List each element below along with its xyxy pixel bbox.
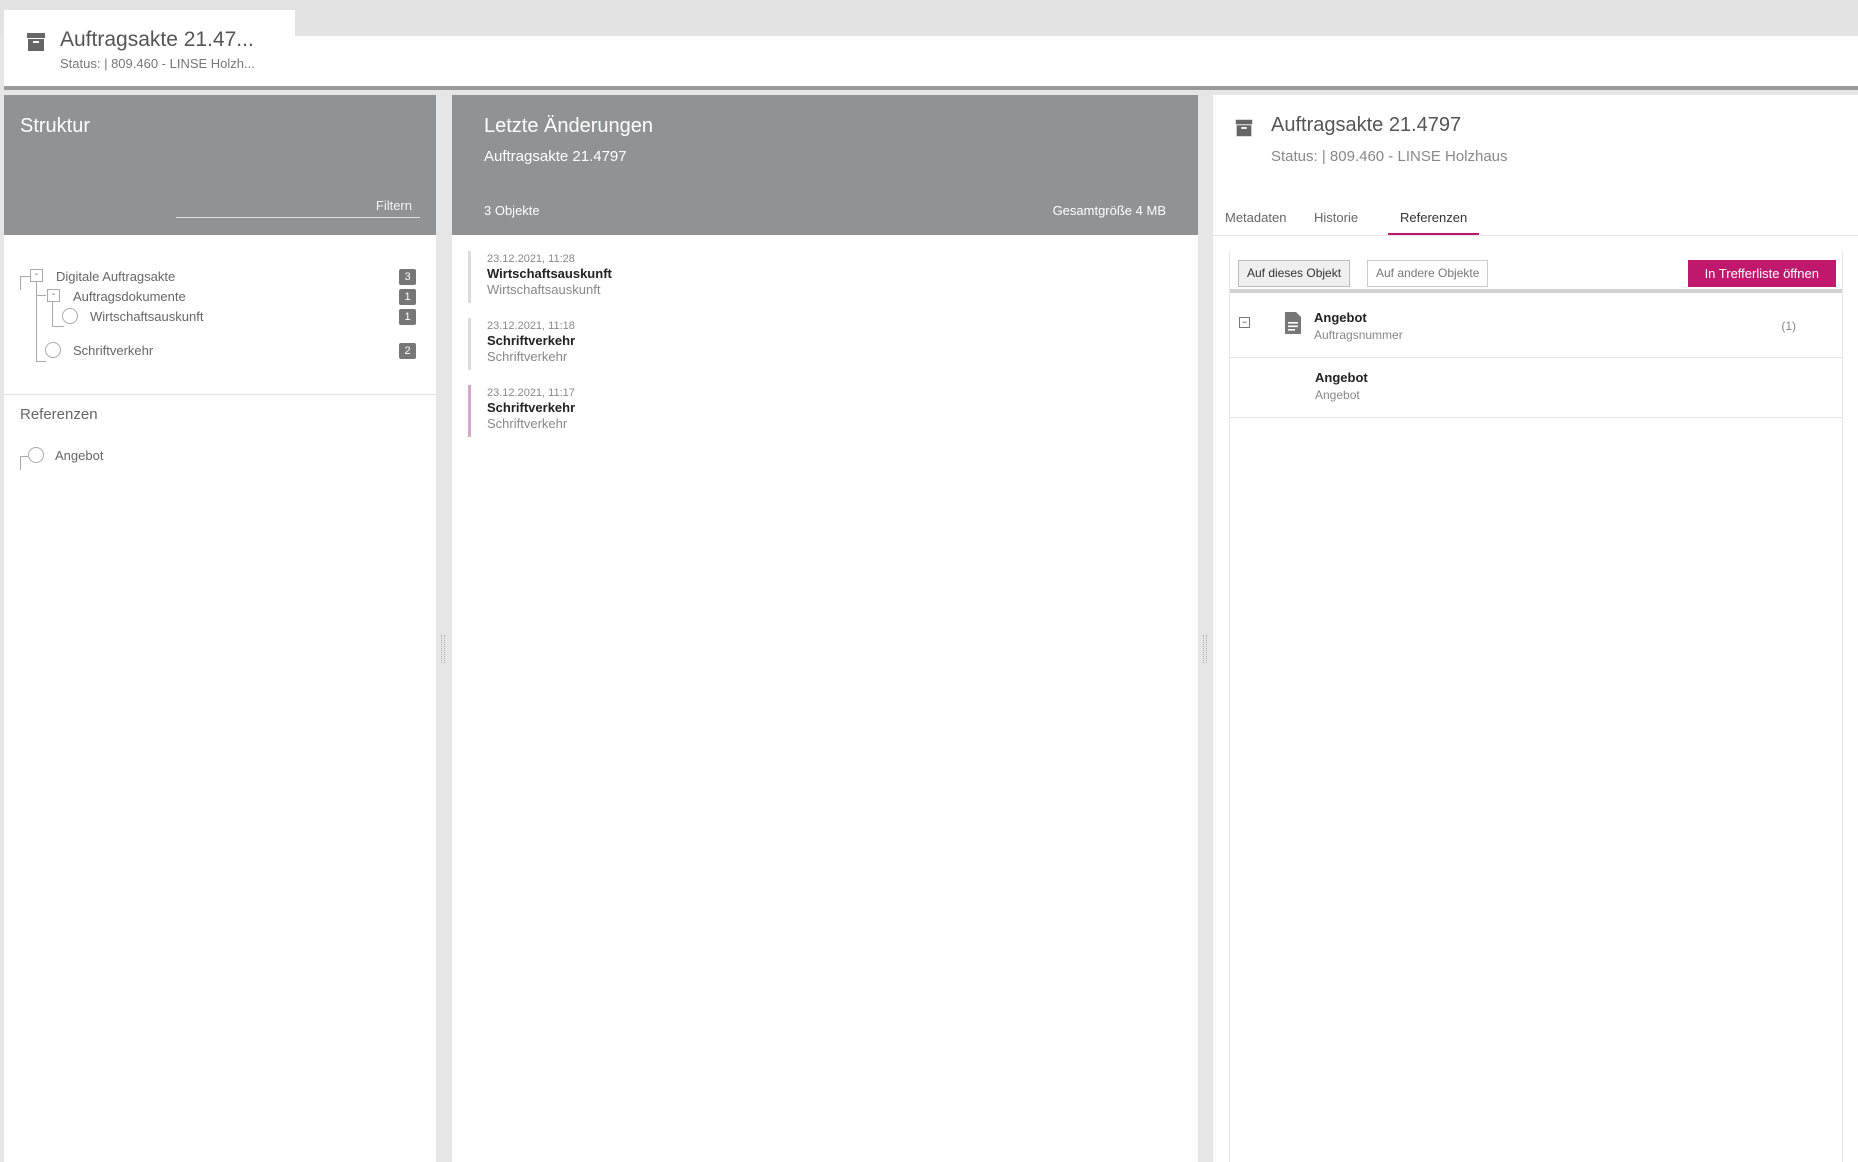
references-area: Auf dieses Objekt Auf andere Objekte In … (1229, 251, 1843, 1162)
tree-leaf-icon (62, 308, 78, 324)
changes-subtitle: Auftragsakte 21.4797 (484, 148, 627, 165)
total-size: Gesamtgröße 4 MB (1052, 203, 1166, 218)
count-badge: 1 (399, 289, 416, 305)
tree-item-digitale-auftragsakte[interactable]: Digitale Auftragsakte (56, 269, 175, 284)
detail-subtitle: Status: | 809.460 - LINSE Holzhaus (1271, 148, 1508, 165)
reference-title: Angebot (1314, 310, 1367, 325)
tree-leaf-icon (45, 342, 61, 358)
change-subtitle: Schriftverkehr (487, 416, 568, 431)
collapse-toggle[interactable]: − (1239, 317, 1250, 328)
detail-panel: Auftragsakte 21.4797 Status: | 809.460 -… (1213, 95, 1858, 1162)
tree-item-auftragsdokumente[interactable]: Auftragsdokumente (73, 289, 186, 304)
this-object-button[interactable]: Auf dieses Objekt (1238, 260, 1351, 287)
tree-connector (52, 326, 64, 327)
change-item[interactable]: 23.12.2021, 11:28 Wirtschaftsauskunft Wi… (468, 251, 1168, 303)
count-badge: 1 (399, 309, 416, 325)
tab-subtitle: Status: | 809.460 - LINSE Holzh... (60, 56, 255, 71)
change-subtitle: Schriftverkehr (487, 349, 568, 364)
structure-tree: - Digitale Auftragsakte 3 - Auftragsdoku… (4, 235, 436, 395)
change-subtitle: Wirtschaftsauskunft (487, 282, 601, 297)
reference-item-angebot[interactable]: Angebot (55, 448, 103, 463)
resize-handle[interactable] (1203, 635, 1207, 663)
changes-panel: Letzte Änderungen Auftragsakte 21.4797 3… (452, 95, 1198, 1162)
reference-subtitle: Auftragsnummer (1314, 328, 1403, 342)
document-tab[interactable]: Auftragsakte 21.47... Status: | 809.460 … (4, 10, 295, 87)
references-title: Referenzen (20, 406, 98, 423)
detail-title: Auftragsakte 21.4797 (1271, 114, 1462, 136)
change-title: Schriftverkehr (487, 400, 576, 415)
tree-connector (36, 361, 46, 362)
document-icon (1285, 312, 1301, 334)
open-hitlist-button[interactable]: In Trefferliste öffnen (1687, 260, 1836, 287)
change-title: Wirtschaftsauskunft (487, 266, 612, 281)
tab-title: Auftragsakte 21.47... (60, 28, 254, 51)
tab-referenzen[interactable]: Referenzen (1388, 210, 1480, 236)
tab-divider (1213, 235, 1858, 236)
change-date: 23.12.2021, 11:28 (487, 253, 575, 265)
change-item[interactable]: 23.12.2021, 11:18 Schriftverkehr Schrift… (468, 318, 1168, 370)
change-date: 23.12.2021, 11:18 (487, 320, 575, 332)
archive-box-icon (27, 33, 45, 51)
changes-title: Letzte Änderungen (484, 115, 654, 137)
changes-header: Letzte Änderungen Auftragsakte 21.4797 3… (452, 95, 1198, 235)
change-item[interactable]: 23.12.2021, 11:17 Schriftverkehr Schrift… (468, 385, 1168, 437)
count-badge: 2 (399, 343, 416, 359)
tree-item-schriftverkehr[interactable]: Schriftverkehr (73, 343, 153, 358)
other-objects-button[interactable]: Auf andere Objekte (1367, 260, 1489, 287)
tree-connector (20, 276, 21, 290)
tree-connector (36, 295, 46, 296)
tree-collapse-toggle[interactable]: - (47, 289, 60, 302)
reference-row[interactable]: Angebot Angebot (1230, 359, 1842, 418)
archive-box-icon (1235, 119, 1253, 137)
tree-connector (36, 276, 37, 361)
resize-handle[interactable] (441, 635, 445, 663)
structure-panel: Struktur Filtern - Digitale Auftragsakte… (4, 95, 436, 1162)
reference-subtitle: Angebot (1315, 388, 1360, 402)
tab-historie[interactable]: Historie (1314, 210, 1358, 236)
change-title: Schriftverkehr (487, 333, 576, 348)
reference-group-row[interactable]: − Angebot Auftragsnummer (1) (1230, 299, 1842, 358)
tree-leaf-icon (28, 447, 44, 463)
reference-toolbar: Auf dieses Objekt Auf andere Objekte In … (1230, 251, 1842, 293)
tab-metadaten[interactable]: Metadaten (1225, 210, 1286, 236)
tab-underline (4, 86, 1858, 90)
structure-title: Struktur (20, 115, 91, 137)
object-count: 3 Objekte (484, 203, 540, 218)
reference-title: Angebot (1315, 370, 1368, 385)
tree-collapse-toggle[interactable]: - (30, 269, 43, 282)
count-badge: 3 (399, 269, 416, 285)
structure-header: Struktur Filtern (4, 95, 436, 235)
filter-input[interactable]: Filtern (376, 198, 412, 213)
tree-connector (20, 456, 21, 470)
change-date: 23.12.2021, 11:17 (487, 387, 575, 399)
filter-underline (176, 217, 420, 218)
reference-count: (1) (1781, 319, 1796, 333)
tree-item-wirtschaftsauskunft[interactable]: Wirtschaftsauskunft (90, 309, 203, 324)
